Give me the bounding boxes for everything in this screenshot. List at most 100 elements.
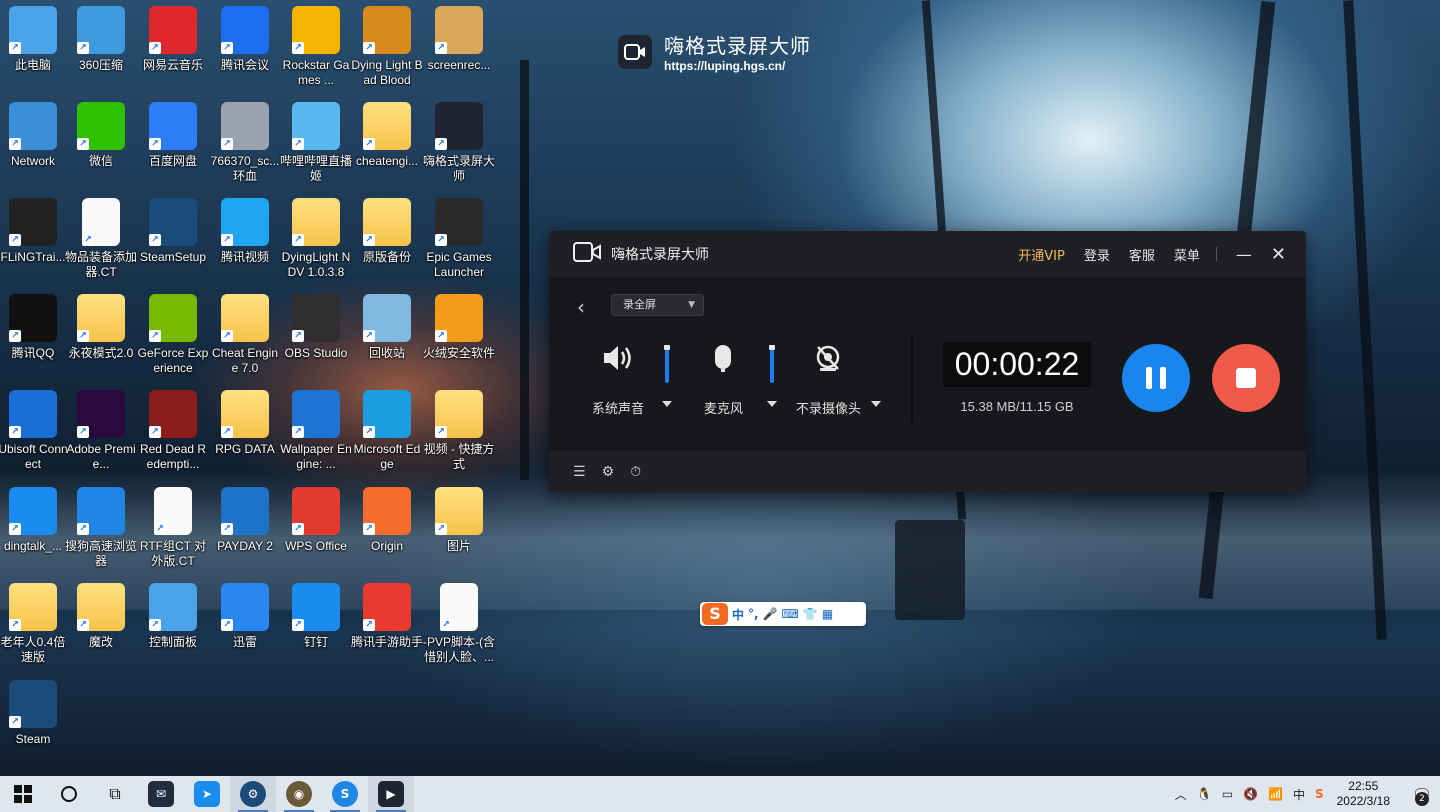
taskbar-app-sogou-browser[interactable]: S <box>322 776 368 812</box>
timer-icon[interactable]: ⏱ <box>630 464 641 480</box>
desktop-shortcut[interactable]: ↗ 腾讯会议 <box>209 6 281 73</box>
desktop-shortcut[interactable]: ↗ 钉钉 <box>280 583 352 650</box>
vip-button[interactable]: 开通VIP <box>1018 245 1065 264</box>
desktop-shortcut[interactable]: ↗ 766370_sc... 环血 <box>209 102 281 184</box>
desktop-shortcut[interactable]: ↗ Adobe Premie... <box>65 390 137 472</box>
desktop-shortcut[interactable]: ↗ Steam <box>0 680 69 747</box>
desktop-shortcut[interactable]: ↗ 腾讯手游助手 <box>351 583 423 650</box>
desktop-shortcut[interactable]: ↗ 微信 <box>65 102 137 169</box>
microphone-volume-slider[interactable] <box>769 345 775 383</box>
menu-button[interactable]: 菜单 <box>1174 245 1200 264</box>
desktop-shortcut[interactable]: ↗ 迅雷 <box>209 583 281 650</box>
sogou-tray-icon[interactable]: S <box>1315 787 1324 801</box>
ime-punctuation[interactable]: °, <box>748 607 759 621</box>
desktop-shortcut[interactable]: ↗ 腾讯QQ <box>0 294 69 361</box>
desktop-shortcut[interactable]: ↗ Wallpaper Engine: ... <box>280 390 352 472</box>
start-button[interactable] <box>0 776 46 812</box>
taskbar-app-game[interactable]: ◉ <box>276 776 322 812</box>
desktop-shortcut[interactable]: ↗ cheatengi... <box>351 102 423 169</box>
system-audio-dropdown-icon[interactable] <box>662 401 672 407</box>
desktop-shortcut[interactable]: ↗ Network <box>0 102 69 169</box>
microphone-toggle[interactable] <box>713 343 733 373</box>
desktop-shortcut[interactable]: ↗ 360压缩 <box>65 6 137 73</box>
toolbox-icon[interactable]: ▦ <box>822 607 833 621</box>
desktop-shortcut[interactable]: ↗ FLiNGTrai... <box>0 198 69 265</box>
desktop-shortcut[interactable]: ↗ PAYDAY 2 <box>209 487 281 554</box>
desktop-shortcut[interactable]: ↗ 腾讯视频 <box>209 198 281 265</box>
pause-button[interactable] <box>1122 344 1190 412</box>
desktop-shortcut[interactable]: ↗ RPG DATA <box>209 390 281 457</box>
settings-icon[interactable]: ⚙ <box>602 464 615 480</box>
microphone-icon[interactable]: 🎤 <box>763 607 778 621</box>
volume-muted-icon[interactable]: 🔇 <box>1243 787 1258 801</box>
desktop-shortcut-label: Dying Light Bad Blood <box>351 58 423 87</box>
record-mode-select[interactable]: 录全屏 ▼ <box>611 294 704 316</box>
sogou-logo-icon[interactable]: S <box>702 603 728 625</box>
system-audio-volume-slider[interactable] <box>664 345 670 383</box>
skin-icon[interactable]: 👕 <box>803 607 818 621</box>
desktop-shortcut[interactable]: ↗ 搜狗高速浏览器 <box>65 487 137 569</box>
shortcut-arrow-icon: ↗ <box>77 42 89 54</box>
recorder-titlebar[interactable]: 嗨格式录屏大师 开通VIP 登录 客服 菜单 — ✕ <box>549 231 1306 277</box>
desktop-shortcut[interactable]: ↗ 魔改 <box>65 583 137 650</box>
close-icon[interactable]: ✕ <box>1271 244 1286 265</box>
desktop-shortcut[interactable]: ↗ OBS Studio <box>280 294 352 361</box>
desktop-shortcut[interactable]: ↗ DyingLight NDV 1.0.3.8 <box>280 198 352 280</box>
desktop-shortcut[interactable]: ↗ 此电脑 <box>0 6 69 73</box>
microphone-dropdown-icon[interactable] <box>767 401 777 407</box>
chevron-up-icon[interactable]: ︿ <box>1175 786 1187 803</box>
desktop-shortcut[interactable]: ↗ Origin <box>351 487 423 554</box>
desktop-shortcut[interactable]: ↗ 网易云音乐 <box>137 6 209 73</box>
desktop-shortcut[interactable]: ↗ 百度网盘 <box>137 102 209 169</box>
desktop-shortcut[interactable]: ↗ 火绒安全软件 <box>423 294 495 361</box>
taskbar-app-steam[interactable]: ⚙ <box>230 776 276 812</box>
desktop-shortcut[interactable]: ↗ 原版备份 <box>351 198 423 265</box>
battery-icon[interactable]: ▭ <box>1222 787 1233 801</box>
notification-button[interactable]: 🗨 2 <box>1404 776 1440 812</box>
task-view-button[interactable]: ⧉ <box>92 776 138 812</box>
desktop-shortcut[interactable]: ↗ SteamSetup <box>137 198 209 265</box>
input-language[interactable]: 中 <box>1293 786 1305 803</box>
login-button[interactable]: 登录 <box>1084 245 1110 264</box>
taskbar-app-recorder[interactable]: ▶ <box>368 776 414 812</box>
qq-tray-icon[interactable]: 🐧 <box>1197 787 1212 801</box>
minimize-icon[interactable]: — <box>1236 245 1252 264</box>
desktop-shortcut[interactable]: ↗ 物品装备添加器.CT <box>65 198 137 280</box>
ime-mode[interactable]: 中 <box>732 606 744 623</box>
desktop-shortcut[interactable]: ↗ RTF组CT 对外版.CT <box>137 487 209 569</box>
desktop-shortcut[interactable]: ↗ Microsoft Edge <box>351 390 423 472</box>
taskbar-app-mail[interactable]: ✉ <box>138 776 184 812</box>
desktop-shortcut[interactable]: ↗ 控制面板 <box>137 583 209 650</box>
desktop-shortcut[interactable]: ↗ dingtalk_... <box>0 487 69 554</box>
desktop-shortcut[interactable]: ↗ 永夜模式2.0 <box>65 294 137 361</box>
taskbar-app-dingtalk[interactable]: ➤ <box>184 776 230 812</box>
desktop-shortcut[interactable]: ↗ Rockstar Games ... <box>280 6 352 88</box>
wifi-icon[interactable]: 📶 <box>1268 787 1283 801</box>
search-button[interactable] <box>46 776 92 812</box>
desktop-shortcut[interactable]: ↗ Ubisoft Connect <box>0 390 69 472</box>
desktop-shortcut[interactable]: ↗ WPS Office <box>280 487 352 554</box>
desktop-shortcut[interactable]: ↗ 老年人0.4倍速版 <box>0 583 69 665</box>
desktop-shortcut[interactable]: ↗ Dying Light Bad Blood <box>351 6 423 88</box>
keyboard-icon[interactable]: ⌨ <box>782 607 799 621</box>
back-icon[interactable]: ‹ <box>577 295 585 319</box>
desktop-shortcut[interactable]: ↗ screenrec... <box>423 6 495 73</box>
desktop-shortcut[interactable]: ↗ 哔哩哔哩直播姬 <box>280 102 352 184</box>
camera-dropdown-icon[interactable] <box>871 401 881 407</box>
stop-button[interactable] <box>1212 344 1280 412</box>
ime-toolbar[interactable]: S 中 °, 🎤 ⌨ 👕 ▦ <box>700 602 866 626</box>
system-clock[interactable]: 22:55 2022/3/18 <box>1337 779 1390 809</box>
desktop-shortcut[interactable]: ↗ GeForce Experience <box>137 294 209 376</box>
desktop-shortcut[interactable]: ↗ Epic Games Launcher <box>423 198 495 280</box>
desktop-shortcut[interactable]: ↗ 回收站 <box>351 294 423 361</box>
desktop-shortcut[interactable]: ↗ 图片 <box>423 487 495 554</box>
desktop-shortcut[interactable]: ↗ -PVP脚本-(含惜别人脸、... <box>423 583 495 665</box>
system-audio-toggle[interactable] <box>601 343 635 373</box>
desktop-shortcut[interactable]: ↗ Red Dead Redempti... <box>137 390 209 472</box>
desktop-shortcut[interactable]: ↗ 嗨格式录屏大师 <box>423 102 495 184</box>
service-button[interactable]: 客服 <box>1129 245 1155 264</box>
camera-toggle[interactable] <box>814 343 842 373</box>
desktop-shortcut[interactable]: ↗ Cheat Engine 7.0 <box>209 294 281 376</box>
list-icon[interactable]: ☰ <box>573 464 586 480</box>
desktop-shortcut[interactable]: ↗ 视频 - 快捷方式 <box>423 390 495 472</box>
